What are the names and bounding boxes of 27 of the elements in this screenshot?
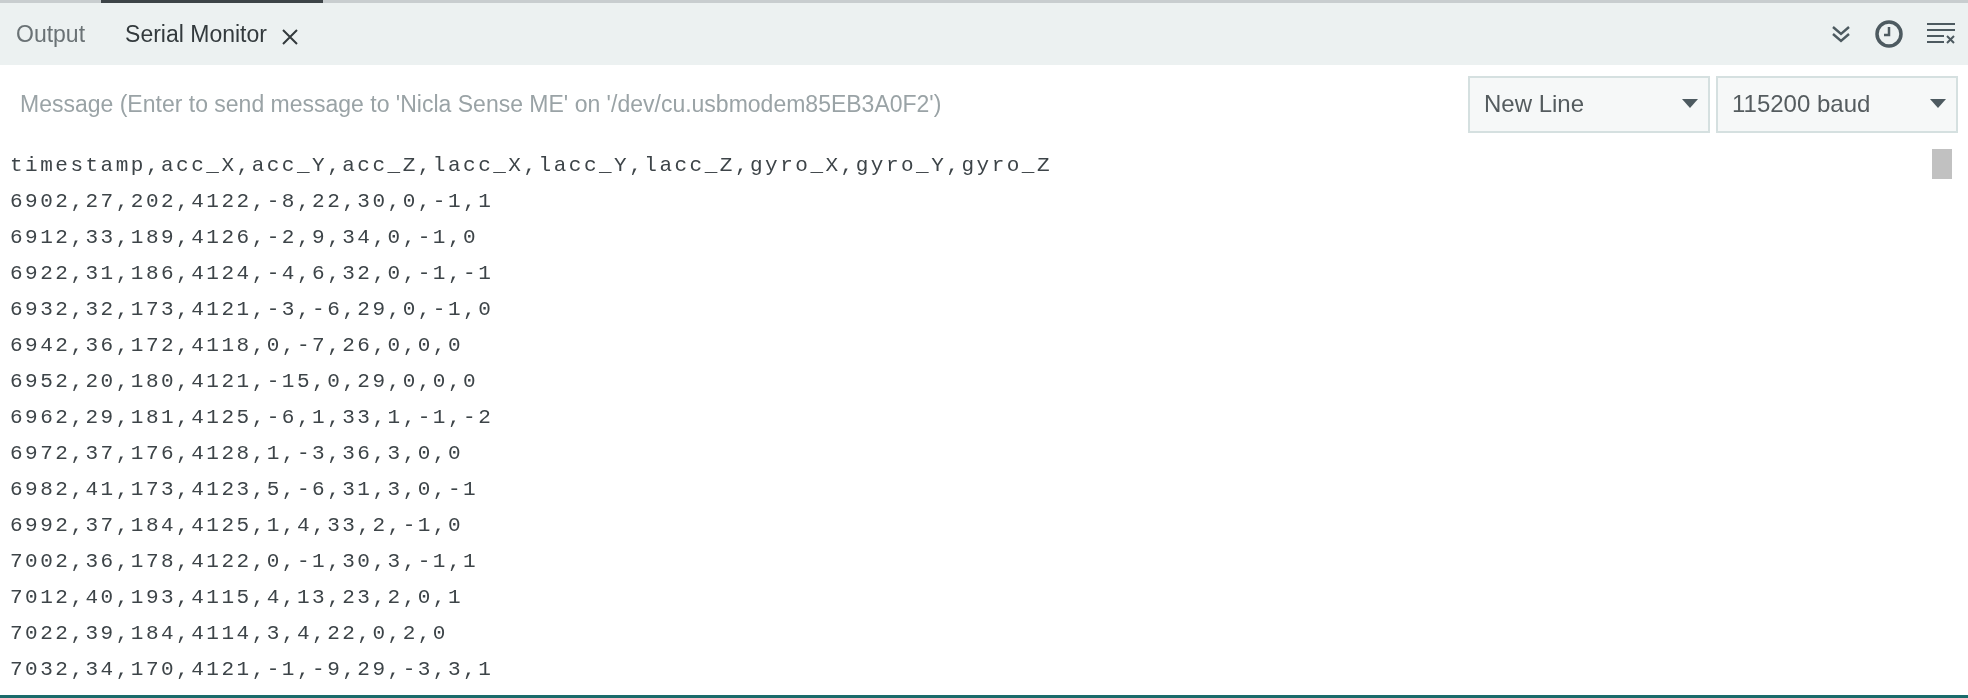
output-line: 6942,36,172,4118,0,-7,26,0,0,0 xyxy=(10,333,464,359)
dropdown[interactable]: 115200 baud xyxy=(1716,75,1958,133)
clear-output-icon[interactable] xyxy=(1926,22,1956,46)
output-line: 6962,29,181,4125,-6,1,33,1,-1,-2 xyxy=(10,405,494,431)
output-line: 7022,39,184,4114,3,4,22,0,2,0 xyxy=(10,621,448,647)
output-line: 6992,37,184,4125,1,4,33,2,-1,0 xyxy=(10,513,464,539)
output-line: 6922,31,186,4124,-4,6,32,0,-1,-1 xyxy=(10,261,494,287)
tab[interactable]: Output xyxy=(0,3,102,65)
caret-icon xyxy=(1930,99,1946,109)
close-icon[interactable] xyxy=(280,28,299,46)
double-chevron-icon[interactable] xyxy=(1830,23,1852,45)
dropdown[interactable]: New Line xyxy=(1468,75,1710,133)
scrollbar-thumb[interactable] xyxy=(1932,149,1952,179)
clock-icon[interactable] xyxy=(1874,19,1904,49)
output-line: 7002,36,178,4122,0,-1,30,3,-1,1 xyxy=(10,549,479,575)
message-field[interactable]: Message (Enter to send message to 'Nicla Sense ME' on '/dev/cu.usbmodem85EB3A0F2') xyxy=(0,79,1468,129)
caret-icon xyxy=(1682,99,1698,109)
output-line: 6982,41,173,4123,5,-6,31,3,0,-1 xyxy=(10,477,479,503)
output-line: 6912,33,189,4126,-2,9,34,0,-1,0 xyxy=(10,225,479,251)
output-line: 6932,32,173,4121,-3,-6,29,0,-1,0 xyxy=(10,297,494,323)
output-line: 7012,40,193,4115,4,13,23,2,0,1 xyxy=(10,585,464,611)
tab[interactable]: Serial Monitor xyxy=(101,0,323,65)
output-line: 6952,20,180,4121,-15,0,29,0,0,0 xyxy=(10,369,479,395)
output-line: 6902,27,202,4122,-8,22,30,0,-1,1 xyxy=(10,189,494,215)
output-line: timestamp,acc_X,acc_Y,acc_Z,lacc_X,lacc_Y,lacc_Z,gyro_X,gyro_Y,gyro_Z xyxy=(10,153,1053,179)
output-line: 7032,34,170,4121,-1,-9,29,-3,3,1 xyxy=(10,657,494,683)
output-line: 6972,37,176,4128,1,-3,36,3,0,0 xyxy=(10,441,464,467)
